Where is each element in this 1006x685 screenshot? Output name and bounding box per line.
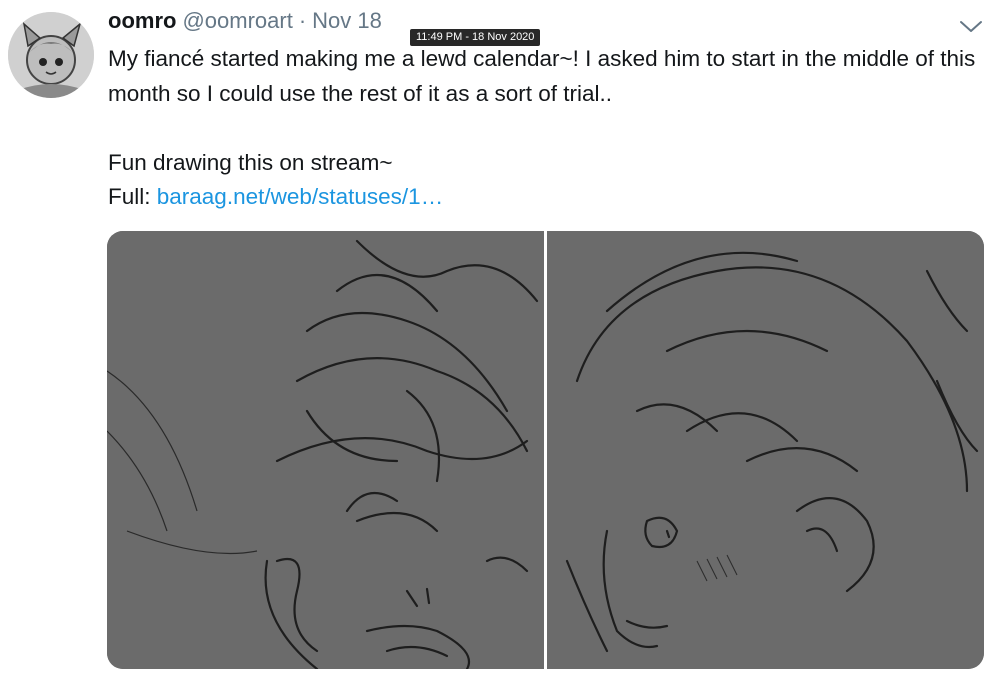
full-link[interactable]: baraag.net/web/statuses/1… <box>157 184 443 209</box>
full-label: Full: <box>108 184 157 209</box>
display-name[interactable]: oomro <box>108 8 176 34</box>
handle[interactable]: @oomroart <box>182 8 292 34</box>
tweet-text-paragraph-3: Full: baraag.net/web/statuses/1… <box>108 180 988 215</box>
tweet: oomro @oomroart · Nov 18 11:49 PM - 18 N… <box>0 0 1006 685</box>
more-options-button[interactable] <box>956 14 986 38</box>
avatar-image <box>8 12 94 98</box>
chevron-down-icon <box>960 21 982 32</box>
tweet-date[interactable]: Nov 18 <box>312 8 382 34</box>
avatar[interactable] <box>8 12 94 98</box>
tweet-text-paragraph-1: My fiancé started making me a lewd calen… <box>108 46 976 106</box>
separator: · <box>298 8 307 33</box>
sketch-image-2 <box>547 231 984 669</box>
sketch-image-1 <box>107 231 544 669</box>
media-image-2[interactable] <box>547 231 984 669</box>
tweet-text: My fiancé started making me a lewd calen… <box>108 42 988 215</box>
media-grid <box>107 231 984 669</box>
tweet-text-paragraph-2: Fun drawing this on stream~ <box>108 149 393 175</box>
media-image-1[interactable] <box>107 231 544 669</box>
tweet-header: oomro @oomroart · Nov 18 <box>108 8 382 40</box>
